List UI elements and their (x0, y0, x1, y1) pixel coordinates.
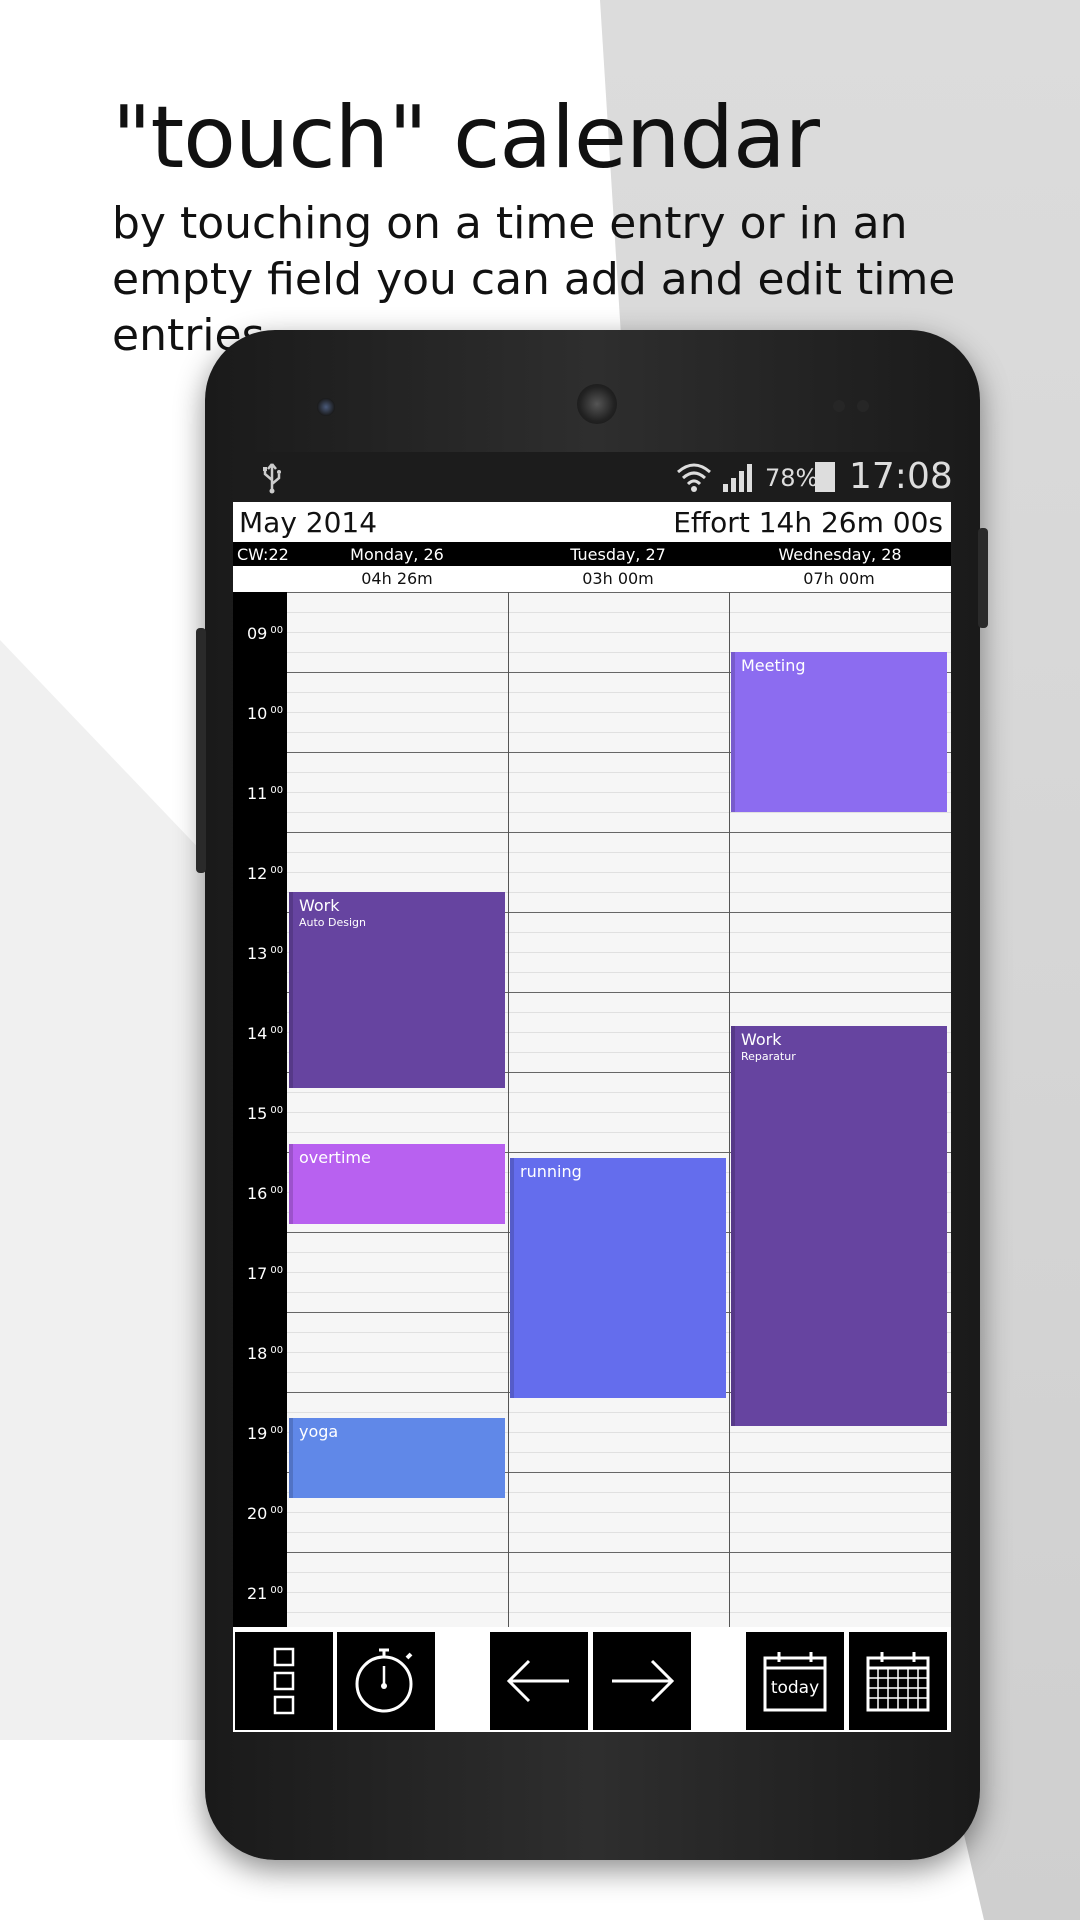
next-week-button[interactable] (593, 1632, 691, 1730)
time-entry-title: yoga (299, 1422, 339, 1442)
status-bar: 78% 17:08 (233, 452, 951, 502)
hour-gridline (287, 592, 951, 593)
phone-speaker (577, 384, 617, 424)
today-button[interactable]: today (746, 1632, 844, 1730)
phone-camera (317, 398, 335, 416)
hour-label: 12 00 (247, 864, 284, 883)
hour-label: 16 00 (247, 1184, 284, 1203)
day-column-divider (729, 592, 730, 1627)
calendar-header: May 2014 Effort 14h 26m 00s (233, 502, 951, 542)
hour-label: 17 00 (247, 1264, 284, 1283)
day-total: 03h 00m (582, 569, 654, 588)
month-calendar-icon (865, 1648, 931, 1714)
arrow-right-icon (608, 1657, 676, 1705)
app-screen: 78% 17:08 May 2014 Effort 14h 26m 00s CW… (233, 452, 951, 1732)
time-entry-title: Work (299, 896, 340, 915)
day-totals-bar: 04h 26m 03h 00m 07h 00m (233, 566, 951, 590)
quarter-gridline (287, 632, 951, 633)
calendar-week: CW:22 (237, 545, 289, 564)
promo-title: "touch" calendar (112, 88, 820, 188)
time-entry[interactable]: overtime (289, 1144, 505, 1224)
day-total: 07h 00m (803, 569, 875, 588)
hour-label: 20 00 (247, 1504, 284, 1523)
stopwatch-button[interactable] (337, 1632, 435, 1730)
signal-icon (721, 462, 755, 498)
hour-label: 13 00 (247, 944, 284, 963)
time-entry[interactable]: yoga (289, 1418, 505, 1499)
time-entry-subtitle: Reparatur (741, 1049, 796, 1063)
quarter-gridline (287, 612, 951, 613)
quarter-gridline (287, 852, 951, 853)
volume-button (196, 628, 206, 873)
wifi-icon (676, 460, 712, 498)
time-column: 09 00 10 00 11 00 12 00 13 00 14 00 15 00 16 00 17 00 18 00… (233, 592, 287, 1627)
time-entry-subtitle: Auto Design (299, 916, 367, 929)
quarter-gridline (287, 1612, 951, 1613)
day-total: 04h 26m (361, 569, 433, 588)
effort-total: Effort 14h 26m 00s (673, 506, 943, 539)
month-title[interactable]: May 2014 (239, 506, 377, 539)
time-entry[interactable]: Meeting (731, 652, 947, 812)
time-entry[interactable]: running (510, 1158, 726, 1399)
quarter-gridline (287, 1572, 951, 1573)
previous-week-button[interactable] (490, 1632, 588, 1730)
power-button (978, 528, 988, 628)
hour-label: 19 00 (247, 1424, 284, 1443)
hour-label: 21 00 (247, 1584, 284, 1603)
menu-button[interactable] (235, 1632, 333, 1730)
quarter-gridline (287, 812, 951, 813)
day-header-bar: CW:22 Monday, 26 Tuesday, 27 Wednesday, … (233, 542, 951, 566)
hour-label: 10 00 (247, 704, 284, 723)
calendar-grid[interactable]: 09 00 10 00 11 00 12 00 13 00 14 00 15 00 16 00 17 00 18 00… (233, 592, 951, 1633)
time-entry-title: running (520, 1162, 582, 1182)
time-entry[interactable]: Work Reparatur (731, 1025, 947, 1426)
time-entry-title: Work (741, 1029, 782, 1049)
quarter-gridline (287, 1532, 951, 1533)
bottom-toolbar: today (233, 1630, 951, 1732)
hour-label: 11 00 (247, 784, 284, 803)
battery-percent: 78% (765, 464, 819, 492)
time-entry-title: overtime (299, 1148, 371, 1167)
day-column-divider (508, 592, 509, 1627)
hour-gridline (287, 1552, 951, 1553)
time-entry-title: Meeting (741, 656, 806, 675)
today-calendar-icon: today (762, 1648, 828, 1714)
quarter-gridline (287, 872, 951, 873)
quarter-gridline (287, 1592, 951, 1593)
promo-headline: "touch" calendar by touching on a time e… (112, 88, 1052, 364)
menu-squares-icon (272, 1646, 296, 1716)
hour-label: 15 00 (247, 1104, 284, 1123)
stopwatch-icon (351, 1646, 421, 1716)
month-view-button[interactable] (849, 1632, 947, 1730)
hour-label: 14 00 (247, 1024, 284, 1043)
day-name[interactable]: Wednesday, 28 (729, 545, 951, 564)
hour-gridline (287, 832, 951, 833)
quarter-gridline (287, 1512, 951, 1513)
day-name[interactable]: Tuesday, 27 (508, 545, 728, 564)
battery-charging-icon (815, 462, 835, 492)
arrow-left-icon (505, 1657, 573, 1705)
hour-label: 18 00 (247, 1344, 284, 1363)
today-label: today (770, 1678, 820, 1698)
day-name[interactable]: Monday, 26 (287, 545, 507, 564)
status-clock: 17:08 (849, 456, 951, 497)
hour-label: 09 00 (247, 624, 284, 643)
phone-sensor (857, 400, 869, 412)
usb-icon (261, 462, 283, 502)
phone-sensor (833, 400, 845, 412)
time-entry[interactable]: Work Auto Design (289, 892, 505, 1088)
